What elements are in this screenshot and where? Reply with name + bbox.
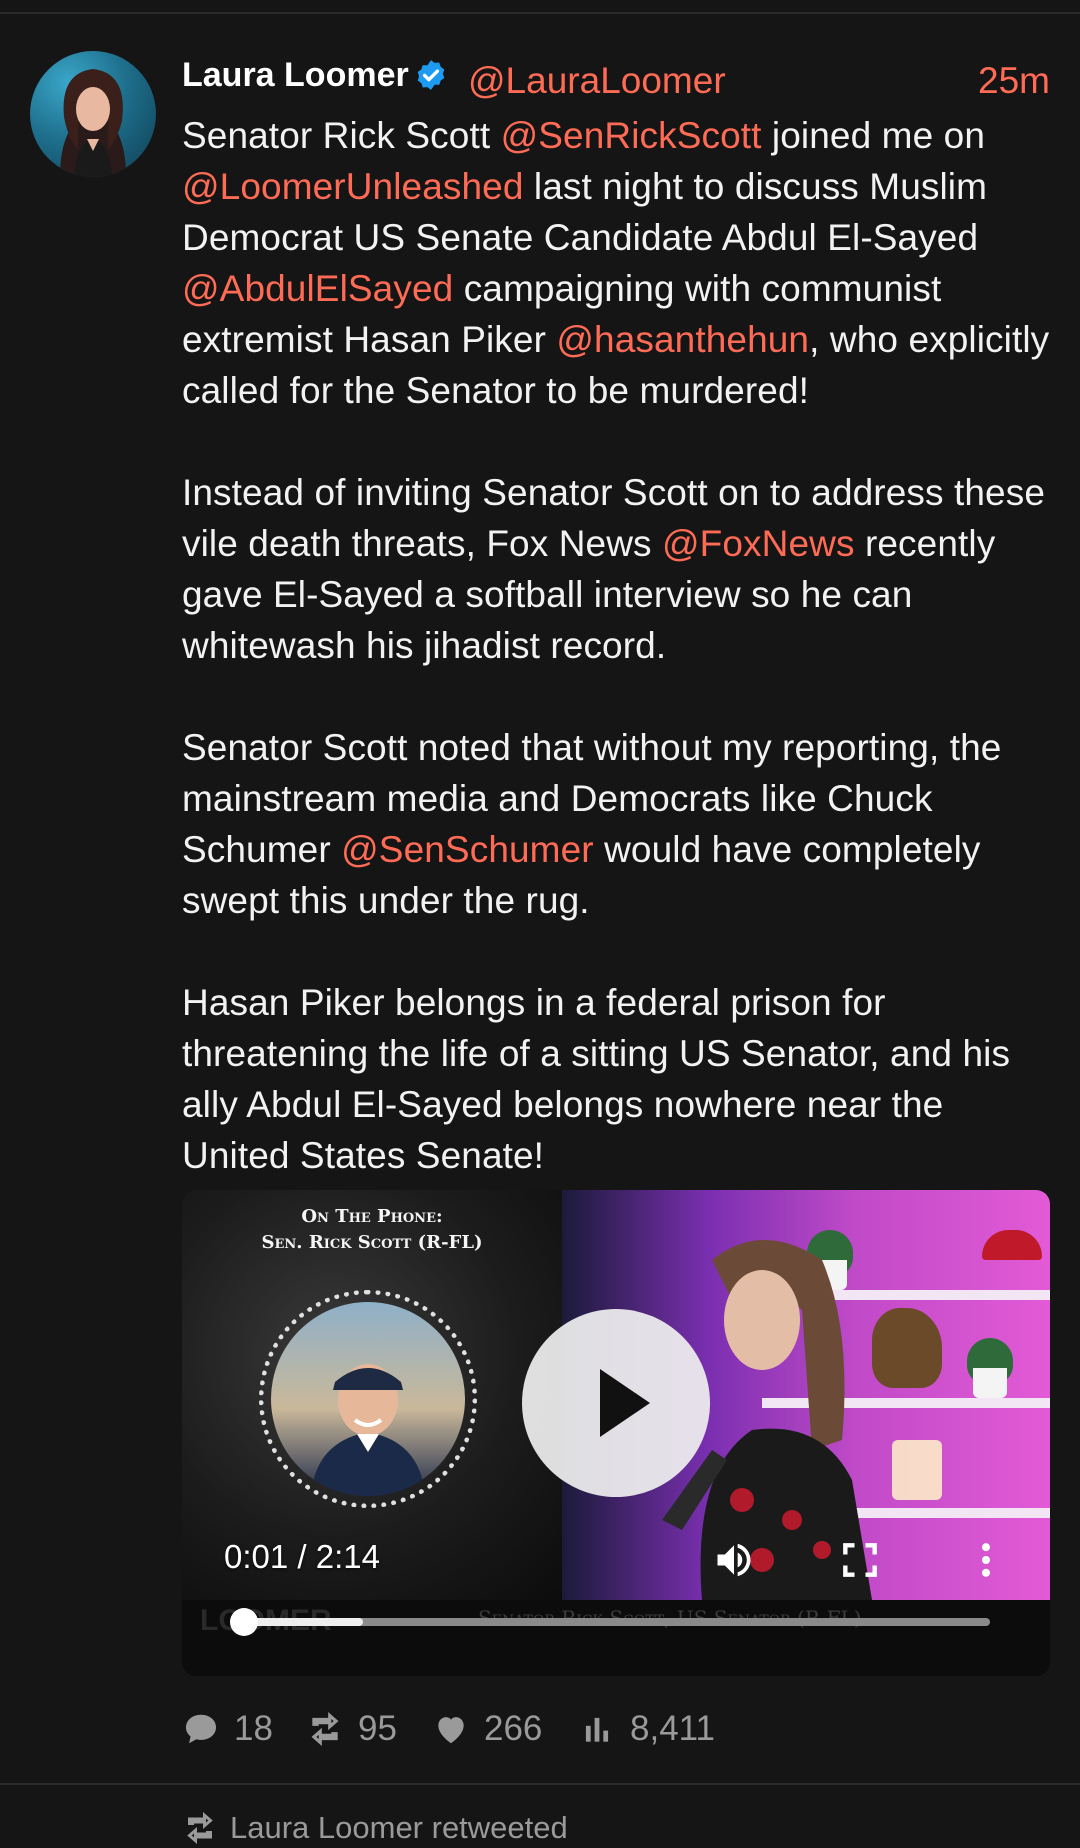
- more-vertical-icon[interactable]: [964, 1538, 1008, 1582]
- post-timestamp[interactable]: 25m: [978, 60, 1050, 102]
- next-item-retweet-indicator[interactable]: Laura Loomer retweeted: [182, 1808, 568, 1848]
- volume-icon[interactable]: [712, 1538, 756, 1582]
- repost-icon: [311, 1712, 339, 1746]
- reply-icon: [185, 1714, 217, 1744]
- overlay-title-line1: On The Phone:: [301, 1206, 443, 1227]
- post[interactable]: Laura Loomer @LauraLoomer 25m Senator Ri…: [0, 14, 1080, 1784]
- guest-photo: [271, 1302, 465, 1496]
- overlay-title-line2: Sen. Rick Scott (R-FL): [261, 1232, 483, 1253]
- video-player[interactable]: On The Phone: Sen. Rick Scott (R-FL) 0:0…: [182, 1190, 1050, 1676]
- video-progress-thumb[interactable]: [230, 1608, 258, 1636]
- repost-button[interactable]: 95: [306, 1704, 397, 1754]
- verified-badge-icon: [414, 58, 448, 92]
- mention-link[interactable]: @AbdulElSayed: [182, 268, 453, 309]
- post-text-segment: Senator Rick Scott: [182, 115, 501, 156]
- post-paragraph: Hasan Piker belongs in a federal prison …: [182, 977, 1057, 1181]
- video-progress-bar[interactable]: [244, 1618, 990, 1626]
- post-text-segment: joined me on: [761, 115, 985, 156]
- post-body: Senator Rick Scott @SenRickScott joined …: [182, 110, 1057, 1181]
- repost-count: 95: [358, 1709, 397, 1748]
- mention-link[interactable]: @FoxNews: [662, 523, 855, 564]
- like-button[interactable]: 266: [432, 1704, 542, 1754]
- reply-count: 18: [234, 1709, 273, 1748]
- views-icon: [585, 1717, 609, 1742]
- video-time: 0:01 / 2:14: [224, 1538, 380, 1575]
- play-button[interactable]: [522, 1309, 710, 1497]
- like-count: 266: [484, 1709, 543, 1748]
- author-name[interactable]: Laura Loomer: [182, 56, 409, 95]
- video-lower-band: LOOMER Senator Rick Scott, US Senator (R…: [182, 1600, 1050, 1676]
- mention-link[interactable]: @hasanthehun: [556, 319, 809, 360]
- post-text-segment: Hasan Piker belongs in a federal prison …: [182, 982, 1011, 1176]
- retweet-label: Laura Loomer retweeted: [230, 1810, 568, 1845]
- view-count: 8,411: [630, 1709, 715, 1748]
- post-header: Laura Loomer @LauraLoomer 25m: [182, 50, 1050, 102]
- bottom-divider: [0, 1783, 1080, 1785]
- post-paragraph: Instead of inviting Senator Scott on to …: [182, 467, 1057, 671]
- post-actions: 18 95 266 8,411: [182, 1704, 1050, 1754]
- views-button[interactable]: 8,411: [578, 1704, 715, 1754]
- mention-link[interactable]: @LoomerUnleashed: [182, 166, 524, 207]
- retweet-icon: [187, 1811, 213, 1845]
- fullscreen-icon[interactable]: [838, 1538, 882, 1582]
- heart-icon: [438, 1717, 464, 1744]
- mention-link[interactable]: @SenSchumer: [341, 829, 594, 870]
- avatar[interactable]: [30, 51, 156, 177]
- mention-link[interactable]: @SenRickScott: [501, 115, 762, 156]
- video-progress-fill: [244, 1618, 364, 1626]
- post-paragraph: Senator Rick Scott @SenRickScott joined …: [182, 110, 1057, 416]
- lamp: [892, 1440, 942, 1500]
- play-icon: [600, 1369, 650, 1437]
- author-handle[interactable]: @LauraLoomer: [468, 60, 726, 102]
- avatar-portrait: [60, 69, 126, 177]
- video-overlay-title: On The Phone: Sen. Rick Scott (R-FL): [242, 1204, 502, 1256]
- post-paragraph: Senator Scott noted that without my repo…: [182, 722, 1057, 926]
- reply-button[interactable]: 18: [182, 1704, 273, 1754]
